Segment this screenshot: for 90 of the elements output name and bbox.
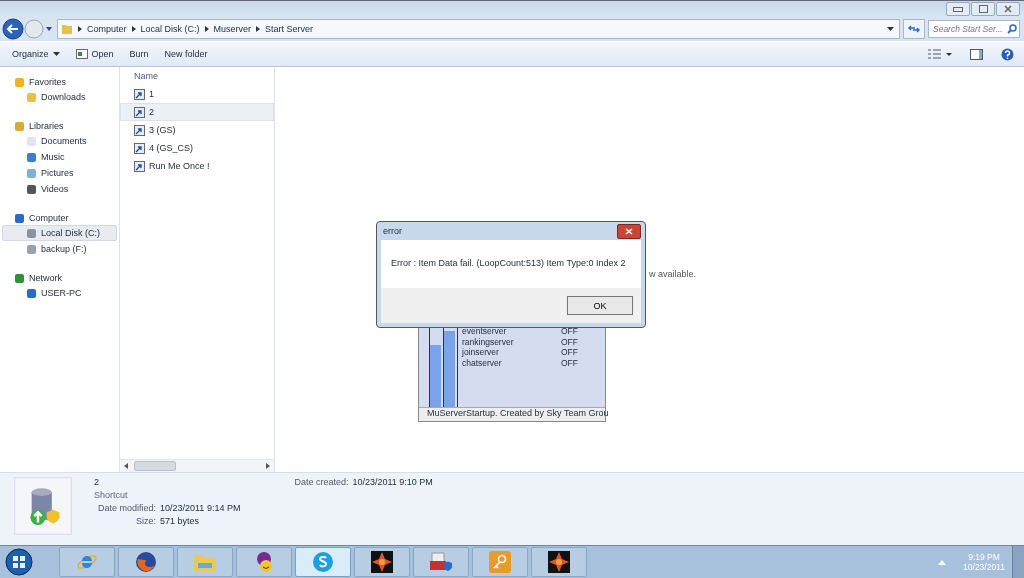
detail-label: Date created: — [294, 477, 349, 489]
shortcut-icon — [134, 106, 145, 118]
server-name: joinserver — [462, 347, 500, 358]
file-item[interactable]: Run Me Once ! — [120, 157, 274, 175]
file-item[interactable]: 2 — [120, 103, 274, 121]
toolbar-button[interactable]: Open — [69, 46, 120, 62]
detail-label: Date modified: — [96, 503, 156, 513]
view-options-icon[interactable] — [928, 49, 952, 59]
emblem-icon — [548, 551, 570, 573]
dropdown-icon[interactable] — [887, 27, 894, 31]
toolbar-button[interactable]: Organize — [6, 46, 66, 62]
nav-item[interactable]: Videos — [2, 181, 117, 197]
refresh-button[interactable] — [903, 19, 925, 39]
taskbar-button[interactable] — [531, 547, 587, 577]
file-type: Shortcut — [94, 490, 129, 500]
nav-group[interactable]: Computer — [0, 211, 119, 225]
folder-icon — [61, 23, 73, 35]
nav-item[interactable]: Pictures — [2, 165, 117, 181]
chevron-icon — [256, 26, 261, 32]
breadcrumb[interactable]: Local Disk (C:) — [140, 24, 200, 34]
breadcrumb[interactable]: Start Server — [265, 24, 314, 34]
preview-pane-icon[interactable] — [970, 48, 983, 60]
file-item[interactable]: 1 — [120, 85, 274, 103]
preview-message: w available. — [649, 269, 697, 279]
nav-group[interactable]: Libraries — [0, 119, 119, 133]
server-status: OFF — [561, 326, 578, 337]
file-name: 2 — [94, 477, 100, 487]
server-name: eventserver — [462, 326, 508, 337]
horizontal-scrollbar[interactable] — [120, 459, 274, 472]
start-button[interactable] — [2, 547, 36, 577]
ok-button[interactable]: OK — [567, 296, 633, 315]
breadcrumb[interactable]: Muserver — [213, 24, 252, 34]
taskbar-button[interactable] — [354, 547, 410, 577]
key-icon — [489, 551, 511, 573]
refresh-icon — [908, 24, 920, 34]
server-name: rankingserver — [462, 336, 515, 347]
toolbar-button[interactable]: New folder — [158, 46, 214, 62]
scroll-right-icon[interactable] — [266, 463, 270, 469]
detail-value: 10/23/2011 9:14 PM — [160, 503, 241, 513]
close-icon — [1004, 5, 1012, 13]
server-status: OFF — [561, 336, 578, 347]
taskbar-button[interactable] — [236, 547, 292, 577]
emblem-icon — [371, 551, 393, 573]
nav-item[interactable]: Downloads — [2, 89, 117, 105]
close-button[interactable] — [996, 2, 1020, 16]
caret-icon — [52, 52, 60, 56]
minimize-button[interactable] — [946, 2, 970, 16]
back-forward-buttons[interactable] — [2, 18, 54, 40]
server-name: chatserver — [462, 357, 503, 368]
nav-item[interactable]: Music — [2, 149, 117, 165]
toolbox-icon — [429, 551, 453, 573]
nav-group[interactable]: Favorites — [0, 75, 119, 89]
restore-button[interactable] — [971, 2, 995, 16]
nav-item[interactable]: backup (F:) — [2, 241, 117, 257]
close-icon — [625, 227, 633, 235]
shortcut-icon — [134, 124, 145, 136]
taskbar-button[interactable] — [118, 547, 174, 577]
column-header[interactable]: Name — [120, 67, 274, 85]
file-item[interactable]: 4 (GS_CS) — [120, 139, 274, 157]
globe-icon — [135, 551, 157, 573]
shortcut-icon — [134, 142, 145, 154]
chevron-icon — [131, 26, 136, 32]
help-icon[interactable] — [1001, 47, 1014, 61]
nav-item[interactable]: Local Disk (C:) — [2, 225, 117, 241]
server-status: OFF — [561, 347, 578, 358]
file-item[interactable]: 3 (GS) — [120, 121, 274, 139]
detail-value: 571 bytes — [160, 516, 200, 526]
dialog-title: error — [383, 226, 402, 236]
address-bar[interactable]: Computer Local Disk (C:) Muserver Start Server — [57, 19, 900, 39]
s-logo-icon — [312, 551, 334, 573]
toolbar-button[interactable]: Burn — [123, 46, 155, 62]
detail-label: Size: — [135, 516, 156, 526]
scroll-left-icon[interactable] — [124, 463, 128, 469]
close-button[interactable] — [617, 223, 641, 239]
nav-group[interactable]: Network — [0, 271, 119, 285]
error-message: Error : Item Data fail. (LoopCount:513) Item Type:0 Index 2 — [381, 240, 641, 288]
shortcut-icon — [134, 160, 145, 172]
breadcrumb[interactable]: Computer — [87, 24, 127, 34]
server-status: OFF — [561, 357, 578, 368]
search-icon — [1007, 24, 1017, 34]
chevron-icon — [78, 26, 82, 32]
folder-icon — [193, 552, 217, 572]
window-icon — [75, 49, 88, 59]
nav-item[interactable]: USER-PC — [2, 285, 117, 301]
nav-item[interactable]: Documents — [2, 133, 117, 149]
chevron-icon — [204, 26, 209, 32]
search-field[interactable]: Search Start Ser... — [928, 20, 1020, 38]
shortcut-icon — [134, 88, 145, 100]
shortcut-thumbnail-icon — [14, 477, 72, 535]
detail-value: 10/23/2011 9:10 PM — [352, 477, 433, 489]
